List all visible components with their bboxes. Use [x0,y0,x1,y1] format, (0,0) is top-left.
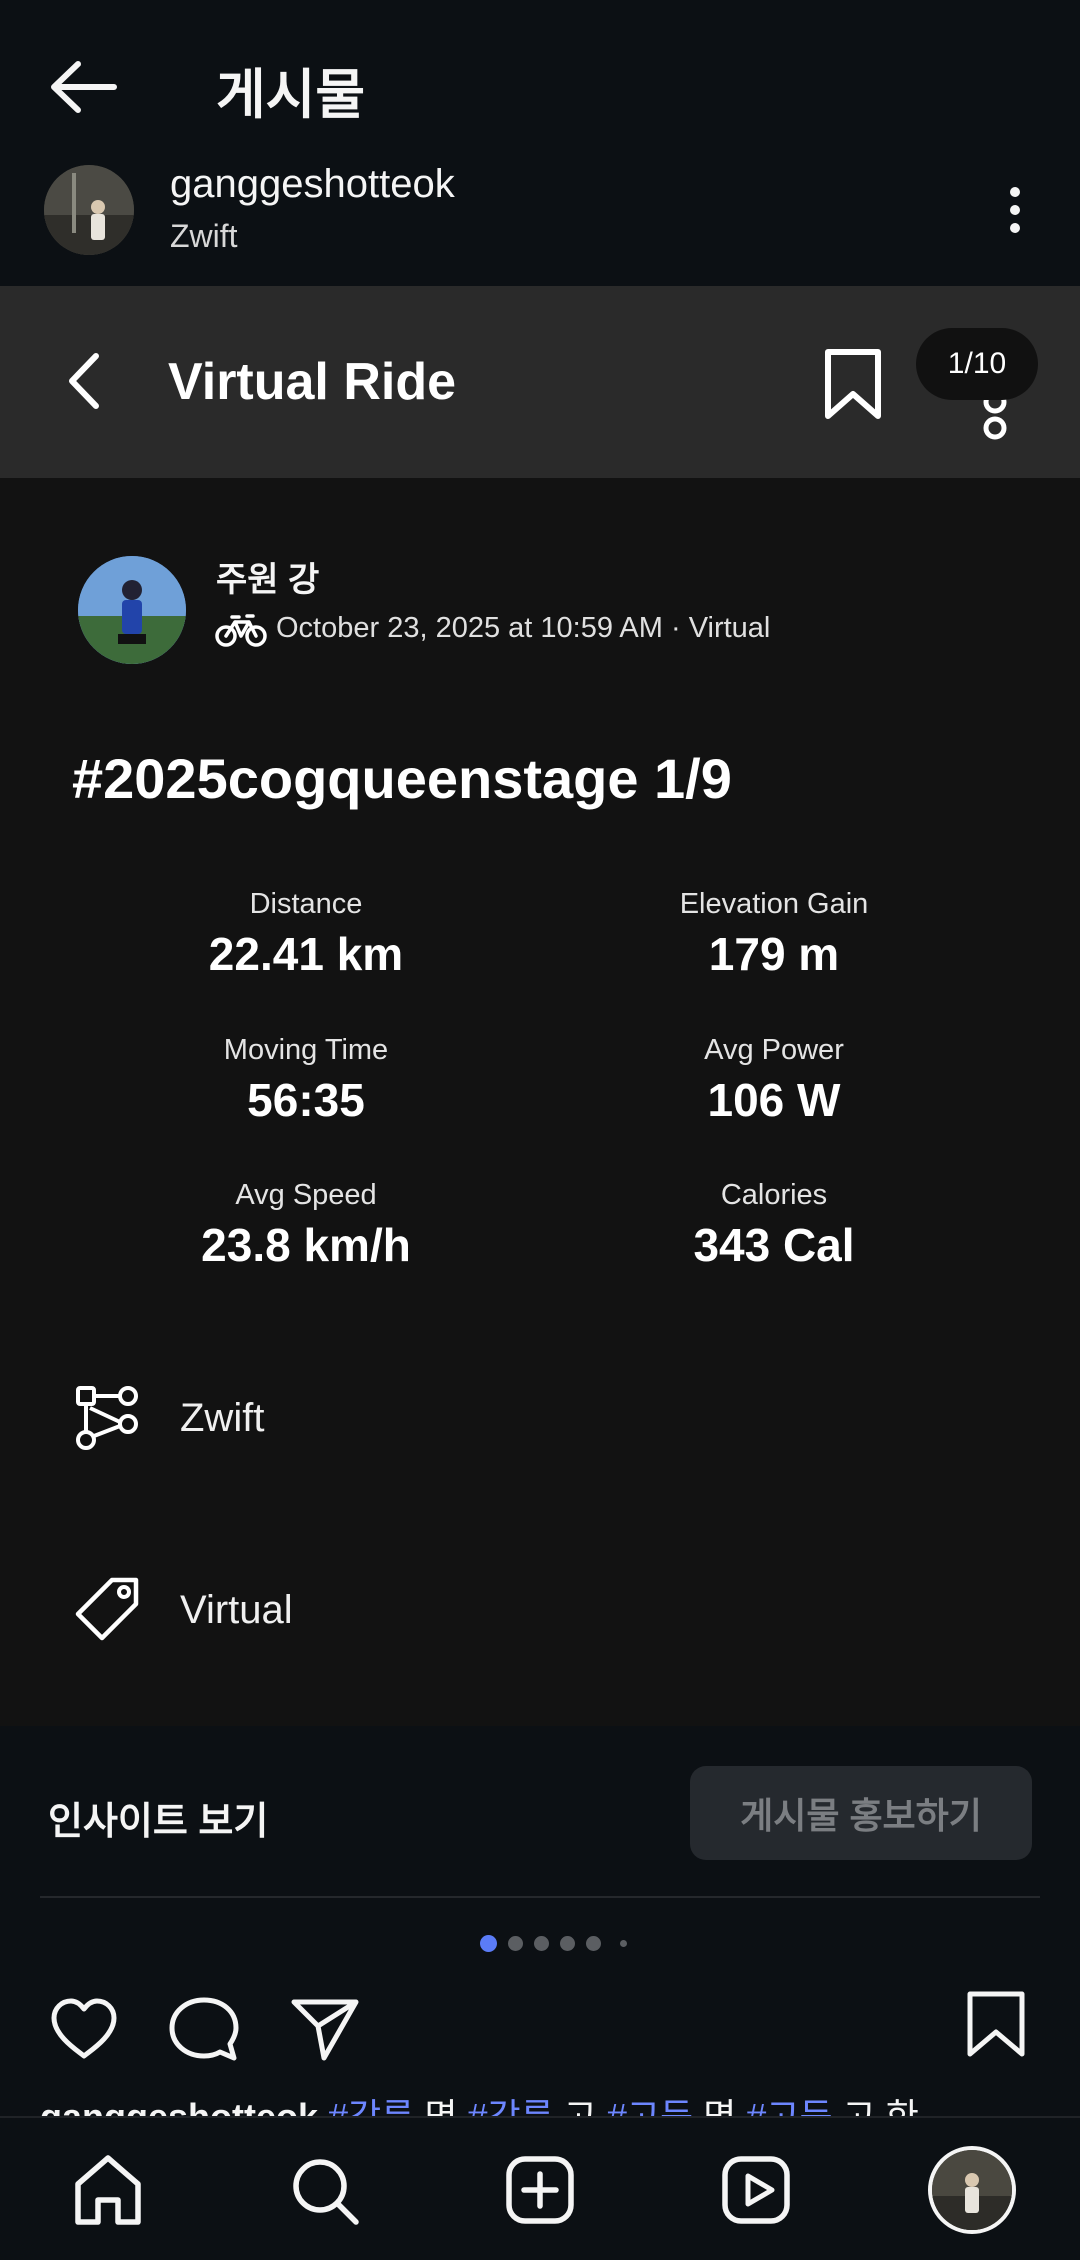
carousel-dot [560,1936,575,1951]
stat-label: Avg Speed [235,1179,377,1211]
athlete-avatar [78,556,186,664]
activity-title: #2025cogqueenstage 1/9 [72,747,732,810]
more-options-icon[interactable] [1000,180,1030,240]
stat-avg-speed: Avg Speed 23.8 km/h [86,1179,526,1272]
post-author-row: ganggeshotteok Zwift [0,160,1080,285]
chevron-left-icon [69,353,99,409]
route-name: Zwift [180,1396,265,1440]
stat-avg-power: Avg Power 106 W [554,1034,994,1127]
stat-value: 106 W [707,1074,841,1126]
author-username[interactable]: ganggeshotteok [170,162,455,207]
stat-moving-time: Moving Time 56:35 [86,1034,526,1127]
profile-avatar[interactable] [928,2146,1016,2234]
carousel-dot [508,1936,523,1951]
activity-type: Virtual Ride [168,353,457,411]
stat-label: Moving Time [223,1034,389,1066]
comment-icon[interactable] [168,1996,240,2064]
reels-icon[interactable] [720,2154,792,2226]
stat-label: Calories [720,1179,828,1211]
carousel-dot [620,1940,627,1947]
route-icon [76,1386,138,1450]
author-avatar[interactable] [44,165,134,255]
activity-meta: October 23, 2025 at 10:59 AM · Virtual [276,612,771,644]
stat-value: 343 Cal [693,1219,855,1271]
stat-calories: Calories 343 Cal [554,1179,994,1272]
route-row: Zwift [72,1382,972,1462]
post-image[interactable]: Virtual Ride 1/10 주원 강 October 23, 2025 … [0,286,1080,1726]
tag-name: Virtual [180,1588,293,1632]
save-icon[interactable] [964,1990,1028,2060]
activity-header: Virtual Ride 1/10 [0,286,1080,478]
stat-value: 179 m [708,928,840,980]
bookmark-icon [825,349,881,419]
stat-value: 22.41 km [208,928,404,980]
post-insights-bar: 인사이트 보기 게시물 홍보하기 [0,1724,1080,1894]
bottom-navigation [0,2116,1080,2260]
tag-icon [75,1577,139,1641]
promote-post-button[interactable]: 게시물 홍보하기 [690,1766,1032,1860]
carousel-dot [534,1936,549,1951]
bike-icon [215,614,267,647]
stat-distance: Distance 22.41 km [86,888,526,981]
carousel-indicator [470,1932,640,1952]
author-subtitle[interactable]: Zwift [170,218,238,255]
carousel-dot [586,1936,601,1951]
home-icon[interactable] [70,2152,146,2228]
stat-elevation: Elevation Gain 179 m [554,888,994,981]
send-icon[interactable] [290,1996,362,2062]
stat-value: 23.8 km/h [201,1219,411,1271]
create-icon[interactable] [504,2154,576,2226]
view-insights-link[interactable]: 인사이트 보기 [48,1790,268,1845]
back-arrow-icon[interactable] [44,52,124,122]
top-bar: 게시물 [0,0,1080,165]
page-title: 게시물 [216,65,366,125]
stat-label: Avg Power [704,1034,844,1066]
carousel-counter: 1/10 [916,328,1038,400]
tag-row: Virtual [72,1574,972,1654]
heart-icon[interactable] [48,1996,120,2062]
carousel-dot-active [480,1935,497,1952]
stat-label: Elevation Gain [679,888,869,920]
divider [40,1896,1040,1898]
stat-label: Distance [249,888,363,920]
search-icon[interactable] [288,2154,362,2228]
stat-value: 56:35 [247,1074,365,1126]
athlete-name: 주원 강 [216,561,320,599]
